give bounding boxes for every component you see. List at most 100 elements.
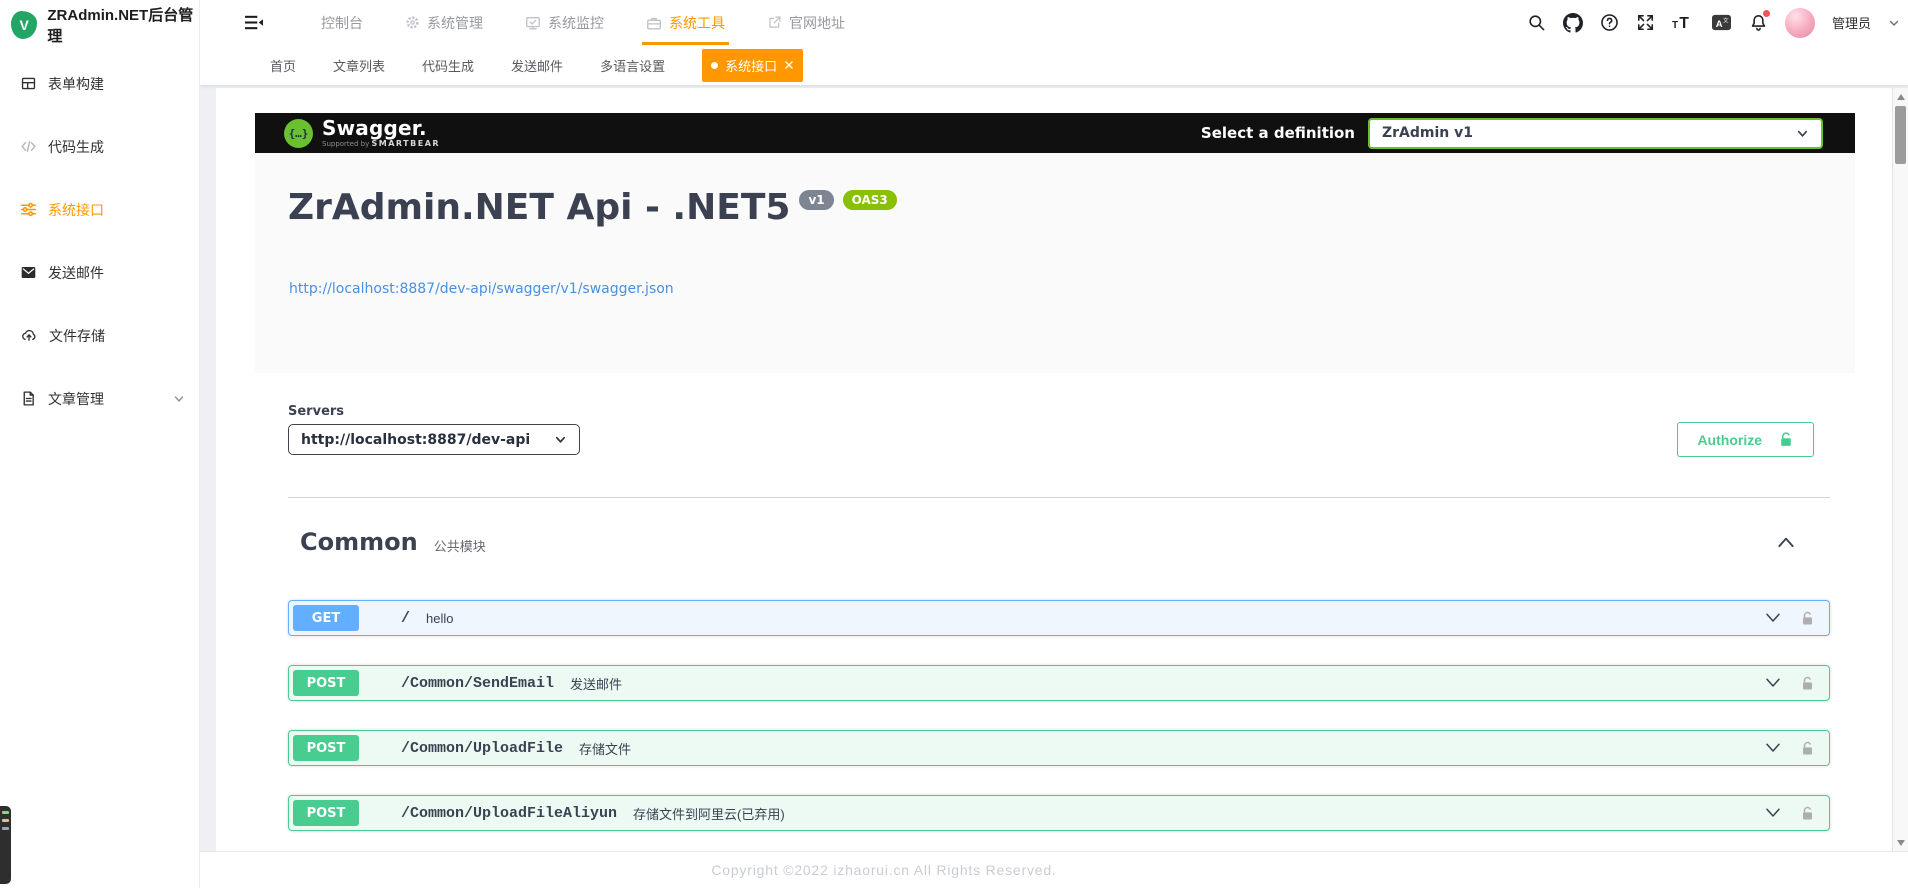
github-icon[interactable] (1563, 13, 1583, 33)
endpoint-row-upload-file[interactable]: POST /Common/UploadFile 存储文件 (288, 730, 1830, 766)
app-logo: V ZRAdmin.NET后台管理 (0, 0, 199, 50)
api-info-section: ZrAdmin.NET Api - .NET5 v1 OAS3 http://l… (255, 153, 1855, 373)
authorize-button[interactable]: Authorize (1677, 422, 1814, 457)
nav-label: 系统管理 (427, 13, 483, 33)
expand-chevron-icon[interactable] (1764, 806, 1782, 820)
nav-label: 官网地址 (789, 13, 845, 33)
content-scrollbar[interactable] (1892, 88, 1908, 852)
definition-select-label: Select a definition (1201, 124, 1355, 142)
scroll-up-arrow[interactable] (1897, 94, 1905, 100)
swagger-brand: Swagger. (322, 118, 440, 138)
lock-icon[interactable] (1800, 805, 1815, 822)
server-select[interactable]: http://localhost:8887/dev-api (288, 424, 580, 455)
spec-url-link[interactable]: http://localhost:8887/dev-api/swagger/v1… (289, 281, 674, 297)
top-nav: 控制台 系统管理 系统监控 系统工具 官网地址 (321, 0, 845, 45)
user-menu-caret-icon[interactable] (1888, 17, 1900, 29)
fullscreen-icon[interactable] (1636, 13, 1655, 32)
main-content: {…} Swagger. Supported by SMARTBEAR Sele… (200, 85, 1908, 852)
sidebar-item-label: 代码生成 (48, 137, 199, 157)
header-actions: T T A 文 管理员 (1527, 8, 1908, 38)
form-grid-icon (20, 75, 37, 92)
endpoint-row-get-hello[interactable]: GET / hello (288, 600, 1830, 636)
nav-item-official-site[interactable]: 官网地址 (767, 0, 845, 45)
unlock-icon (1778, 431, 1794, 448)
copyright-text: Copyright ©2022 izhaorui.cn All Rights R… (711, 862, 1056, 878)
nav-label: 系统工具 (669, 13, 725, 33)
notifications-bell-icon[interactable] (1749, 13, 1768, 32)
tab-send-mail[interactable]: 发送邮件 (511, 56, 563, 75)
endpoint-list: GET / hello POST /Common/SendEmail 发送邮件 (288, 600, 1830, 852)
sliders-icon (20, 201, 37, 218)
tab-home[interactable]: 首页 (270, 56, 296, 75)
method-badge: GET (293, 605, 359, 631)
sidebar-item-system-api[interactable]: 系统接口 (0, 178, 199, 241)
nav-item-console[interactable]: 控制台 (321, 0, 363, 45)
translate-icon[interactable]: A 文 (1711, 13, 1732, 32)
tab-article-list[interactable]: 文章列表 (333, 56, 385, 75)
scroll-down-arrow[interactable] (1897, 840, 1905, 846)
expand-chevron-icon[interactable] (1764, 611, 1782, 625)
gear-icon (405, 15, 420, 30)
definition-select[interactable]: ZrAdmin v1 (1368, 118, 1823, 149)
sidebar-item-label: 文章管理 (48, 389, 162, 409)
endpoint-row-send-email[interactable]: POST /Common/SendEmail 发送邮件 (288, 665, 1830, 701)
endpoint-path: /Common/UploadFileAliyun (401, 805, 617, 822)
lock-icon[interactable] (1800, 740, 1815, 757)
sidebar-item-article-manage[interactable]: 文章管理 (0, 367, 199, 430)
tags-view-bar: 首页 文章列表 代码生成 发送邮件 多语言设置 系统接口 (200, 45, 1908, 85)
search-icon[interactable] (1527, 13, 1546, 32)
avatar[interactable] (1785, 8, 1815, 38)
footer: Copyright ©2022 izhaorui.cn All Rights R… (200, 851, 1908, 888)
endpoint-path: /Common/UploadFile (401, 740, 563, 757)
dock-widget[interactable] (0, 806, 11, 884)
endpoint-row-upload-file-aliyun[interactable]: POST /Common/UploadFileAliyun 存储文件到阿里云(已… (288, 795, 1830, 831)
lock-icon[interactable] (1800, 675, 1815, 692)
sidebar-menu: 表单构建 代码生成 系统接口 发送邮件 (0, 50, 199, 430)
method-badge: POST (293, 735, 359, 761)
external-link-icon (767, 15, 782, 30)
svg-text:文: 文 (1723, 17, 1729, 25)
endpoint-summary: 存储文件 (579, 739, 631, 758)
section-name: Common (300, 528, 418, 556)
app-title: ZRAdmin.NET后台管理 (47, 4, 199, 46)
expand-chevron-icon[interactable] (1764, 676, 1782, 690)
monitor-icon (525, 15, 541, 31)
authorize-label: Authorize (1697, 432, 1762, 448)
sidebar-item-send-mail[interactable]: 发送邮件 (0, 241, 199, 304)
expand-chevron-icon[interactable] (1764, 741, 1782, 755)
nav-item-system-monitor[interactable]: 系统监控 (525, 0, 604, 45)
definition-selected-value: ZrAdmin v1 (1382, 125, 1473, 141)
method-badge: POST (293, 800, 359, 826)
tab-i18n-settings[interactable]: 多语言设置 (600, 56, 665, 75)
nav-item-system-manage[interactable]: 系统管理 (405, 0, 483, 45)
tab-label: 系统接口 (725, 56, 777, 75)
sidebar-item-file-storage[interactable]: 文件存储 (0, 304, 199, 367)
sidebar: V ZRAdmin.NET后台管理 表单构建 代码生成 系统接口 (0, 0, 200, 888)
close-tab-icon[interactable] (784, 60, 794, 70)
tag-section-header-common[interactable]: Common 公共模块 (288, 519, 1830, 565)
lock-icon[interactable] (1800, 610, 1815, 627)
svg-text:A: A (1716, 19, 1723, 30)
tab-system-api[interactable]: 系统接口 (702, 49, 803, 82)
api-title: ZrAdmin.NET Api - .NET5 v1 OAS3 (288, 187, 897, 228)
help-icon[interactable] (1600, 13, 1619, 32)
endpoint-path: / (401, 610, 410, 627)
code-icon (20, 138, 37, 155)
cloud-upload-icon (20, 327, 38, 344)
collapse-sidebar-button[interactable] (244, 14, 263, 31)
nav-item-system-tools[interactable]: 系统工具 (646, 0, 725, 45)
collapse-section-icon[interactable] (1776, 534, 1796, 550)
chevron-down-icon (1796, 127, 1809, 140)
endpoint-path: /Common/SendEmail (401, 675, 554, 692)
swagger-ui-panel: {…} Swagger. Supported by SMARTBEAR Sele… (216, 88, 1892, 852)
sidebar-item-form-builder[interactable]: 表单构建 (0, 52, 199, 115)
username[interactable]: 管理员 (1832, 13, 1871, 32)
scrollbar-thumb[interactable] (1895, 106, 1906, 164)
font-size-icon[interactable]: T T (1672, 13, 1694, 32)
notification-dot (1763, 10, 1770, 17)
tab-code-gen[interactable]: 代码生成 (422, 56, 474, 75)
endpoint-summary: hello (426, 611, 453, 626)
sidebar-item-code-gen[interactable]: 代码生成 (0, 115, 199, 178)
swagger-logo[interactable]: {…} Swagger. Supported by SMARTBEAR (284, 118, 440, 148)
sidebar-item-label: 系统接口 (48, 200, 199, 220)
